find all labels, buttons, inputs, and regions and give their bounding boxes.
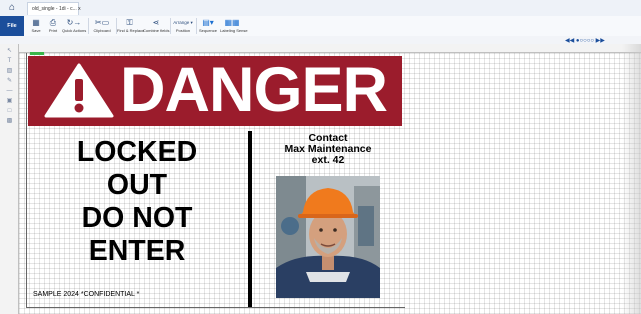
contact-line: ext. 42 <box>311 154 345 166</box>
combine-fields-button[interactable]: ⋖ Combine fields <box>143 17 169 35</box>
print-label: Print <box>48 28 58 33</box>
arrange-button[interactable]: Arrange ▾ Position <box>172 17 194 35</box>
quick-actions-icon: ↻→ <box>66 18 82 27</box>
selection-marker <box>30 52 44 55</box>
ribbon-divider <box>196 18 197 34</box>
shape-tool-icon[interactable]: □ <box>6 108 13 114</box>
file-button[interactable]: File <box>0 16 24 36</box>
horizontal-ruler <box>18 44 641 53</box>
find-replace-button[interactable]: ⚿ Find & Replace <box>117 17 145 35</box>
ribbon-divider <box>170 18 171 34</box>
danger-text[interactable]: DANGER <box>120 55 400 125</box>
clipboard-button[interactable]: ✂▭ Clipboard <box>90 17 114 35</box>
labeling-sense-icon: ▦▦ <box>224 18 240 27</box>
clipboard-label: Clipboard <box>93 28 111 33</box>
print-icon: ⎙ <box>49 18 57 27</box>
sequence-icon: ▤▾ <box>202 18 214 27</box>
quick-actions-button[interactable]: ↻→ Quick Actions <box>62 17 86 35</box>
save-button[interactable]: ▦ Save <box>28 17 44 35</box>
clipboard-icon: ✂▭ <box>94 18 110 27</box>
ribbon-divider <box>88 18 89 34</box>
vertical-ruler: ↖ T ▧ ✎ — ▣ □ ▩ <box>0 44 19 314</box>
sequence-button[interactable]: ▤▾ Sequence <box>198 17 218 35</box>
line-tool-icon[interactable]: — <box>6 88 13 94</box>
print-button[interactable]: ⎙ Print <box>45 17 61 35</box>
vertical-divider[interactable] <box>248 131 252 307</box>
document-tab[interactable]: old_single - 1di - c... x <box>27 2 81 15</box>
locked-line: ENTER <box>88 235 186 267</box>
barcode-tool-icon[interactable]: ▧ <box>6 68 13 74</box>
home-icon[interactable]: ⌂ <box>3 1 21 15</box>
worker-photo[interactable] <box>276 176 380 298</box>
combine-fields-icon: ⋖ <box>152 18 160 27</box>
locked-line: OUT <box>106 169 168 201</box>
combine-fields-label: Combine fields <box>143 28 170 33</box>
close-icon[interactable]: x <box>78 6 81 12</box>
pointer-tool-icon[interactable]: ↖ <box>6 48 13 54</box>
title-bar <box>0 0 641 17</box>
sub-toolbar <box>0 36 641 44</box>
save-icon: ▦ <box>32 18 40 27</box>
document-tab-title: old_single - 1di - c... <box>32 6 77 12</box>
locked-line: DO NOT <box>81 202 193 234</box>
image-tool-icon[interactable]: ▣ <box>6 98 13 104</box>
canvas-edge <box>622 44 641 314</box>
labeling-sense-label: Labeling Sense <box>220 28 248 33</box>
lock-tool-icon[interactable]: ▩ <box>6 118 13 124</box>
text-tool-icon[interactable]: T <box>6 58 13 64</box>
labeling-sense-button[interactable]: ▦▦ Labeling Sense <box>220 17 248 35</box>
locked-out-text[interactable]: LOCKED OUT DO NOT ENTER <box>38 136 236 268</box>
sample-footer-text[interactable]: SAMPLE 2024 *CONFIDENTIAL * <box>33 291 139 298</box>
sequence-label: Sequence <box>198 28 217 33</box>
pen-tool-icon[interactable]: ✎ <box>6 78 13 84</box>
contact-text[interactable]: Contact Max Maintenance ext. 42 <box>262 133 394 166</box>
find-replace-label: Find & Replace <box>117 28 145 33</box>
find-replace-icon: ⚿ <box>126 18 133 27</box>
arrange-dropdown-label: Arrange <box>173 20 190 25</box>
locked-line: LOCKED <box>76 136 198 168</box>
quick-actions-label: Quick Actions <box>62 28 87 33</box>
save-label: Save <box>31 28 41 33</box>
arrange-dropdown[interactable]: Arrange ▾ <box>172 18 194 28</box>
position-label: Position <box>175 28 191 33</box>
warning-triangle-icon <box>44 63 114 118</box>
